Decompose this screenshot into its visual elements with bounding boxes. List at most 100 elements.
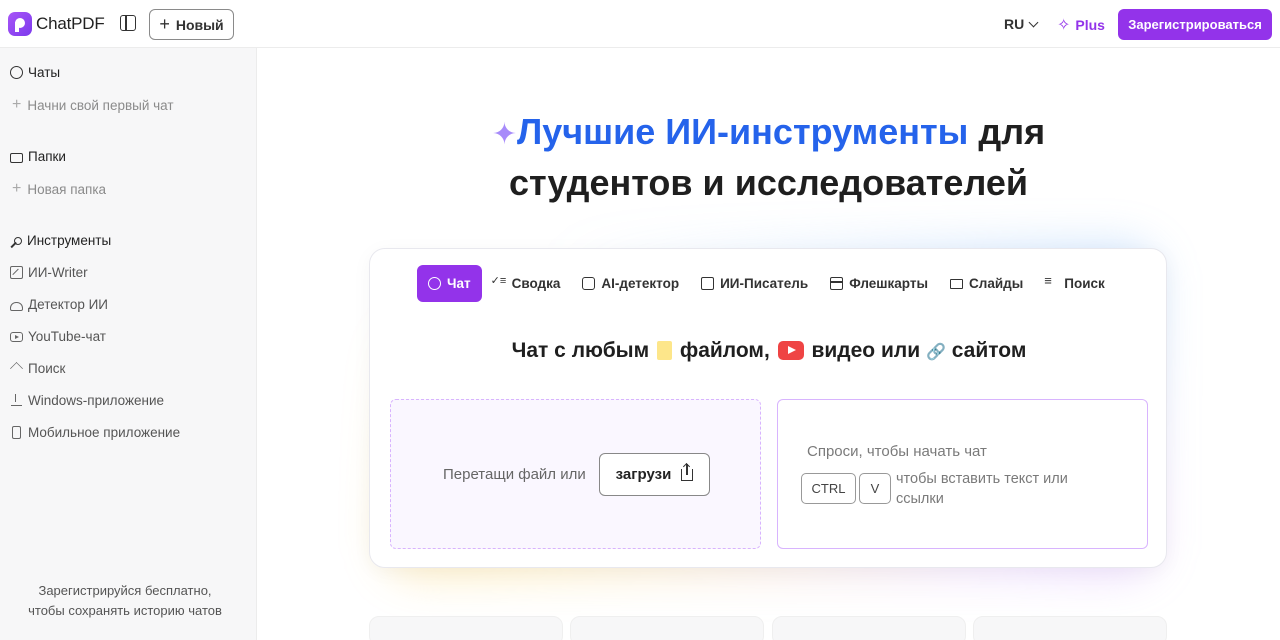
paste-hint: чтобы вставить текст или ссылки [896,471,1068,507]
tab-ai-detector[interactable]: AI-детектор [571,265,690,302]
search-list-icon [1044,273,1058,290]
tab-flashcards[interactable]: Флешкарты [819,265,939,302]
tab-label: Слайды [969,276,1024,291]
chat-icon [428,277,441,290]
sidebar-section-tools: Инструменты [10,233,111,248]
detector-icon [10,301,23,311]
upload-icon [681,463,694,481]
youtube-icon [10,331,23,342]
chevron-down-icon [1028,17,1039,27]
upload-button[interactable]: загрузи [599,453,710,496]
pen-icon [701,277,715,290]
plus-icon: + [12,96,22,113]
pen-icon [10,266,23,279]
logo[interactable]: ChatPDF [8,12,105,36]
feature-card[interactable] [570,616,764,640]
sidebar-item-label: YouTube-чат [28,329,106,344]
title-part: сайтом [951,339,1027,362]
ask-input-area[interactable]: Спроси, чтобы начать чат CTRL V чтобы вс… [777,399,1148,549]
sidebar-folders-label: Папки [28,149,66,164]
phone-icon [12,426,21,439]
plus-icon: + [12,180,22,197]
plus-label: Plus [1075,17,1105,33]
top-bar: ChatPDF + Новый RU ✧ Plus Зарегистрирова… [0,0,1280,48]
checklist-icon [491,274,507,290]
sparkle-icon: ✧ [1057,17,1071,34]
v-key: V [859,473,891,504]
sidebar-item-label: Поиск [28,361,66,376]
sidebar-item-label: Детектор ИИ [28,297,109,312]
sidebar-item-label: Мобильное приложение [28,425,181,440]
sidebar-item-ai-detector[interactable]: Детектор ИИ [10,297,108,312]
tab-label: Поиск [1064,276,1105,291]
tab-label: ИИ-Писатель [720,276,809,291]
app-name: ChatPDF [36,14,105,33]
ctrl-key: CTRL [801,473,856,504]
tab-ai-writer[interactable]: ИИ-Писатель [690,265,819,302]
ask-placeholder: Спроси, чтобы начать чат [807,443,987,460]
sidebar-new-chat[interactable]: + Начни свой первый чат [12,97,174,113]
plus-upgrade-link[interactable]: ✧ Plus [1057,15,1105,35]
tab-label: AI-детектор [601,276,680,291]
upload-label: загрузи [615,466,672,483]
sidebar-item-search[interactable]: Поиск [10,361,65,376]
sidebar-signup-hint: Зарегистрируйся бесплатно, чтобы сохраня… [28,583,222,618]
tab-label: Сводка [511,276,561,291]
youtube-icon [777,341,804,360]
tool-tabs: Чат Сводка AI-детектор ИИ-Писатель Флешк… [417,265,1116,302]
cap-icon [10,362,23,375]
sparkle-icon: ✦ [491,118,517,151]
tab-chat[interactable]: Чат [417,265,482,302]
tool-card: Чат Сводка AI-детектор ИИ-Писатель Флешк… [369,248,1167,568]
new-chat-button[interactable]: + Новый [149,9,234,40]
new-chat-label: Новый [175,16,224,33]
tab-slides[interactable]: Слайды [939,265,1034,302]
language-selector[interactable]: RU [1004,16,1039,32]
title-part: видео или [811,339,921,362]
title-part: Чат с любым [511,339,650,362]
file-drop-zone[interactable]: Перетащи файл или загрузи [390,399,761,549]
title-part: файлом, [679,339,770,362]
folder-icon [10,152,23,163]
download-icon [10,394,23,407]
chat-icon [10,66,23,79]
chat-panel-title: Чат с любым файлом, видео или 🔗 сайтом [370,339,1168,363]
hero-accent: Лучшие ИИ-инструменты [516,111,969,152]
sidebar-new-folder[interactable]: + Новая папка [12,181,106,197]
link-icon: 🔗 [925,344,946,361]
sidebar-item-label: Windows-приложение [28,393,165,408]
sidebar-section-chats[interactable]: Чаты [10,65,60,80]
tab-label: Флешкарты [849,276,929,291]
wrench-icon [14,236,22,245]
feature-card[interactable] [772,616,966,640]
sidebar-chats-label: Чаты [28,65,61,80]
plus-icon: + [159,13,170,34]
sidebar-item-ai-writer[interactable]: ИИ-Writer [10,265,88,280]
feature-card[interactable] [973,616,1167,640]
tab-label: Чат [447,276,471,291]
page-title: ✦Лучшие ИИ-инструменты для студентов и и… [257,108,1280,207]
detector-icon [582,277,596,290]
sidebar-item-youtube-chat[interactable]: YouTube-чат [10,329,106,344]
sidebar-new-chat-label: Начни свой первый чат [27,97,174,113]
tab-search[interactable]: Поиск [1034,265,1116,302]
slides-icon [950,278,964,289]
sidebar-item-windows-app[interactable]: Windows-приложение [10,393,164,408]
chatpdf-logo-icon [8,12,32,36]
hero-line2: студентов и исследователей [508,162,1028,203]
signup-button[interactable]: Зарегистрироваться [1118,9,1272,40]
feature-card[interactable] [369,616,563,640]
sidebar-item-mobile-app[interactable]: Мобильное приложение [10,425,180,440]
sidebar-toggle-icon[interactable] [120,15,136,31]
flashcard-icon [830,277,844,290]
hero-line1-rest: для [968,111,1046,152]
file-icon [656,341,672,360]
sidebar-new-folder-label: Новая папка [27,181,107,197]
sidebar-item-label: ИИ-Writer [28,265,88,280]
sidebar-tools-label: Инструменты [27,233,112,248]
language-label: RU [1004,16,1025,32]
sidebar: Чаты + Начни свой первый чат Папки + Нов… [0,48,257,640]
sidebar-section-folders[interactable]: Папки [10,149,66,164]
drop-text: Перетащи файл или [443,466,586,483]
tab-summary[interactable]: Сводка [482,265,572,302]
